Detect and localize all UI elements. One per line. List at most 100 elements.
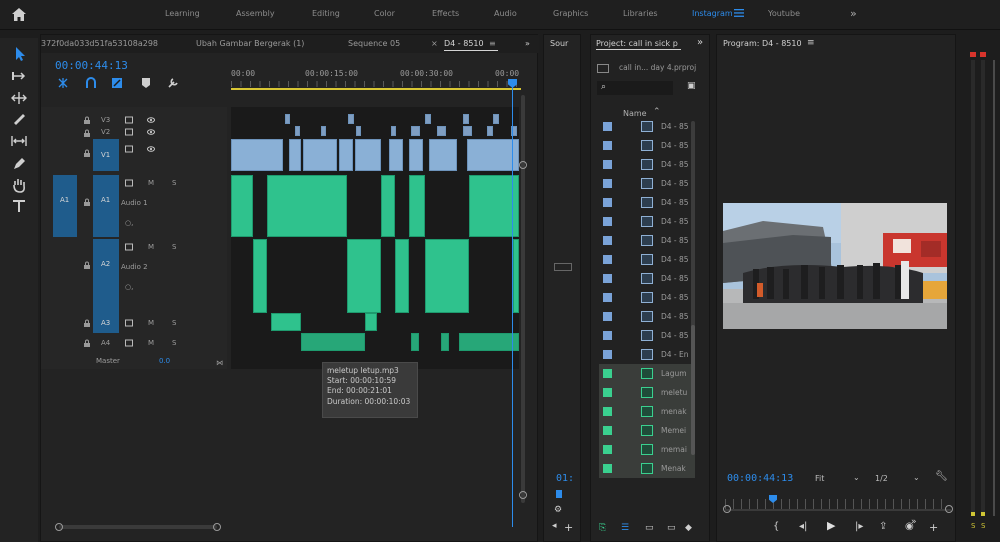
resolution-dropdown-chevron-icon[interactable]: ⌄ [913,473,920,482]
selection-tool-icon[interactable] [10,46,28,62]
video-clip[interactable] [389,139,403,171]
program-settings-wrench-icon[interactable]: 🔧︎ [935,471,948,482]
workspace-tab-graphics[interactable]: Graphics [553,9,588,18]
audio-clip[interactable] [271,313,301,331]
new-search-bin-icon[interactable]: ▣ [687,81,696,91]
video-clip[interactable] [289,139,301,171]
ruler-ticks[interactable] [231,81,519,87]
meter-solo-right[interactable]: S [981,522,985,530]
tab-d4-8510[interactable]: D4 - 8510 [444,39,484,48]
scroll-handle-bottom[interactable] [519,491,527,499]
label-color-swatch[interactable] [603,274,612,283]
project-item[interactable]: Lagum [599,364,695,383]
home-icon[interactable] [10,6,28,24]
label-color-swatch[interactable] [603,198,612,207]
ripple-edit-tool-icon[interactable] [10,90,28,106]
meter-clip-indicator-left[interactable] [970,52,976,57]
sync-lock-icon[interactable] [125,145,133,153]
workspace-menu-icon[interactable] [734,9,744,17]
workspace-tab-assembly[interactable]: Assembly [236,9,275,18]
audio-clip[interactable] [231,175,253,237]
track-label-v3[interactable]: V3 [101,116,110,124]
audio-clip[interactable] [347,239,381,313]
label-color-swatch[interactable] [603,141,612,150]
program-panel-title[interactable]: Program: D4 - 8510 [723,39,802,48]
video-clip[interactable] [391,126,396,136]
sync-lock-icon[interactable] [125,128,133,136]
program-time-ruler[interactable] [725,499,949,509]
label-color-swatch[interactable] [603,426,612,435]
play-button-icon[interactable]: ▶ [827,519,835,532]
project-search-input[interactable] [597,81,673,95]
audio-clip[interactable] [459,333,519,351]
timeline-settings-wrench-icon[interactable] [167,77,179,89]
source-settings-icon[interactable]: ⚙ [554,505,562,515]
lock-icon[interactable] [83,116,91,124]
slip-tool-icon[interactable] [10,133,28,149]
freeform-view-icon[interactable]: ▭ [667,523,676,533]
lock-icon[interactable] [83,129,91,137]
meter-clip-indicator-right[interactable] [980,52,986,57]
playhead[interactable] [512,81,513,527]
zoom-dropdown-chevron-icon[interactable]: ⌄ [853,473,860,482]
label-color-swatch[interactable] [603,179,612,188]
lock-icon[interactable] [83,149,91,157]
project-item[interactable]: D4 - En [599,345,695,364]
video-clip[interactable] [409,139,423,171]
video-clip[interactable] [348,114,354,124]
label-color-swatch[interactable] [603,122,612,131]
keyframe-icon[interactable]: ○, [125,283,133,291]
video-clip[interactable] [285,114,290,124]
track-label-a1[interactable]: A1 [101,196,110,204]
audio-clip[interactable] [411,333,419,351]
video-clip[interactable] [356,126,361,136]
step-back-icon[interactable]: ◂| [799,521,807,532]
snap-icon[interactable] [85,77,97,89]
program-timecode[interactable]: 00:00:44:13 [727,473,793,484]
project-item[interactable]: D4 - 85 [599,212,695,231]
source-patch-a1[interactable] [53,175,77,237]
sync-lock-icon[interactable] [125,179,133,187]
mute-button-a3[interactable]: M [148,319,154,327]
project-item[interactable]: D4 - 85 [599,117,695,136]
icon-view-icon[interactable]: ▭ [645,523,654,533]
video-clip[interactable] [425,114,431,124]
project-item[interactable]: meletu [599,383,695,402]
eye-icon[interactable] [147,116,155,124]
solo-button-a1[interactable]: S [172,179,176,187]
zoom-level-select[interactable]: Fit [815,474,824,483]
track-target-a1[interactable] [93,175,119,237]
label-color-swatch[interactable] [603,445,612,454]
video-clip[interactable] [355,139,381,171]
tab-sequence-05[interactable]: Sequence 05 [348,39,400,48]
mark-in-icon[interactable]: { [773,521,779,532]
workspace-tab-libraries[interactable]: Libraries [623,9,658,18]
solo-button-a2[interactable]: S [172,243,176,251]
video-clip[interactable] [463,126,472,136]
label-color-swatch[interactable] [603,160,612,169]
label-color-swatch[interactable] [603,464,612,473]
mute-button-a4[interactable]: M [148,339,154,347]
project-item[interactable]: D4 - 85 [599,136,695,155]
project-item[interactable]: D4 - 85 [599,250,695,269]
video-clip[interactable] [295,126,300,136]
zoom-handle-left[interactable] [55,523,63,531]
audio-clip[interactable] [425,239,469,313]
lift-icon[interactable]: ⇪ [879,521,887,532]
track-select-tool-icon[interactable] [10,68,28,84]
label-color-swatch[interactable] [603,255,612,264]
eye-icon[interactable] [147,128,155,136]
lock-icon[interactable] [83,261,91,269]
hand-tool-icon[interactable] [10,177,28,193]
workspace-tab-audio[interactable]: Audio [494,9,517,18]
program-add-button[interactable]: + [929,521,938,534]
source-prev-icon[interactable]: ◂ [552,521,557,531]
program-menu-icon[interactable]: ≡ [807,38,815,48]
sync-lock-icon[interactable] [125,339,133,347]
workspace-tab-editing[interactable]: Editing [312,9,340,18]
pen-tool-icon[interactable] [10,155,28,171]
audio-clip[interactable] [441,333,449,351]
source-panel-title[interactable]: Sour [550,39,568,48]
tab-sequence-372f[interactable]: 372f0da033d51fa53108a298 [41,39,158,48]
audio-clip[interactable] [365,313,377,331]
